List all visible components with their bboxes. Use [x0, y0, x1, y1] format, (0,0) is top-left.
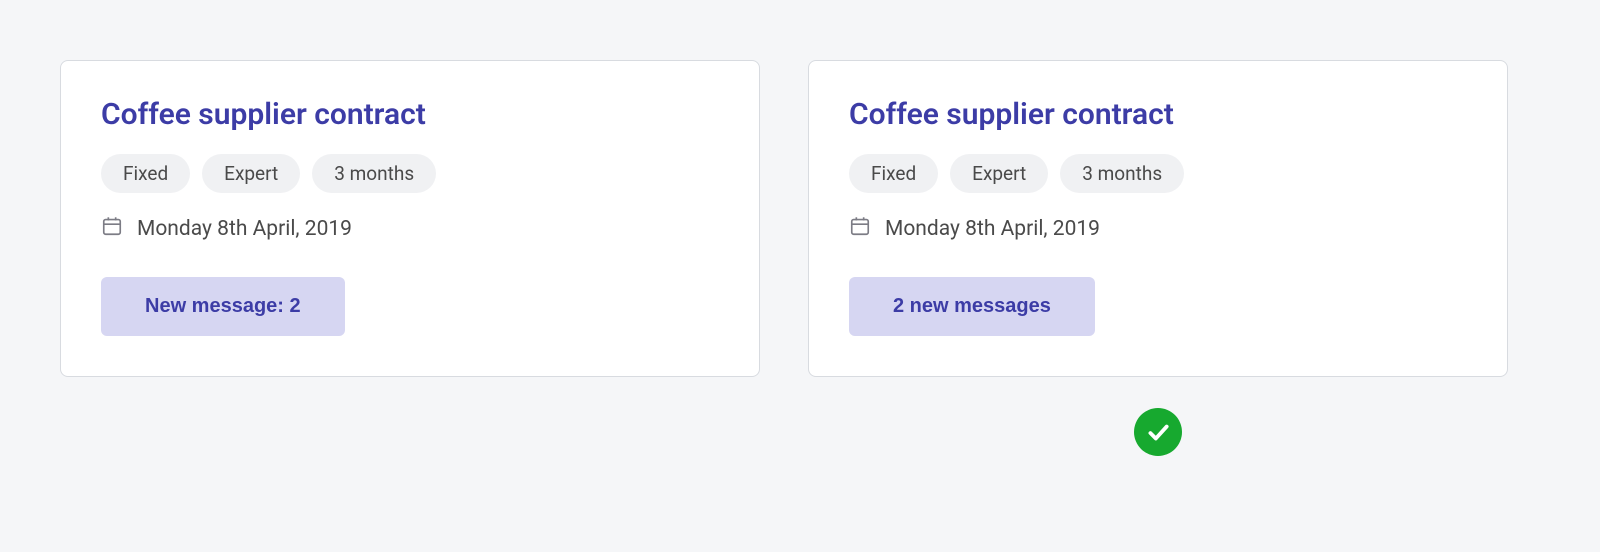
approved-badge: [1134, 408, 1182, 456]
new-message-button[interactable]: New message: 2: [101, 277, 345, 336]
tag-expert: Expert: [950, 154, 1048, 193]
card-title: Coffee supplier contract: [849, 97, 1467, 132]
card-title: Coffee supplier contract: [101, 97, 719, 132]
date-text: Monday 8th April, 2019: [885, 217, 1100, 241]
tag-list: Fixed Expert 3 months: [101, 154, 719, 193]
date-row: Monday 8th April, 2019: [101, 215, 719, 243]
new-message-button[interactable]: 2 new messages: [849, 277, 1095, 336]
date-row: Monday 8th April, 2019: [849, 215, 1467, 243]
tag-expert: Expert: [202, 154, 300, 193]
contract-card[interactable]: Coffee supplier contract Fixed Expert 3 …: [808, 60, 1508, 377]
date-text: Monday 8th April, 2019: [137, 217, 352, 241]
tag-fixed: Fixed: [101, 154, 190, 193]
tag-duration: 3 months: [1060, 154, 1184, 193]
tag-fixed: Fixed: [849, 154, 938, 193]
tag-list: Fixed Expert 3 months: [849, 154, 1467, 193]
check-icon: [1134, 408, 1182, 456]
calendar-icon: [849, 215, 871, 243]
cards-container: Coffee supplier contract Fixed Expert 3 …: [0, 0, 1600, 377]
calendar-icon: [101, 215, 123, 243]
contract-card[interactable]: Coffee supplier contract Fixed Expert 3 …: [60, 60, 760, 377]
tag-duration: 3 months: [312, 154, 436, 193]
